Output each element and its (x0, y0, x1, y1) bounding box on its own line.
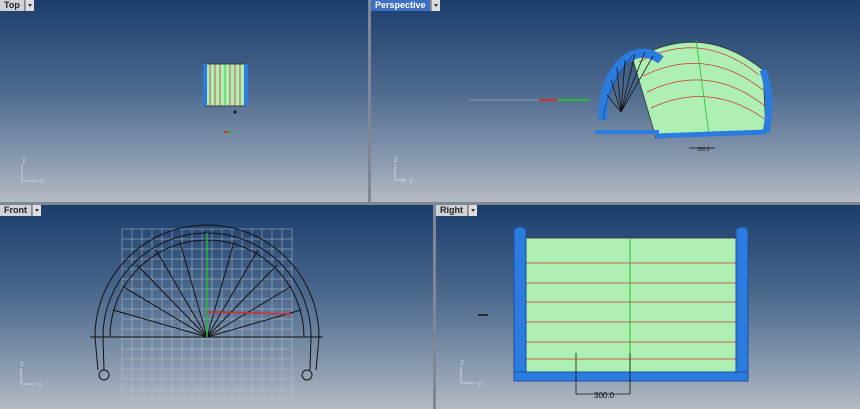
axis-label-y: y (478, 379, 482, 388)
top-view-scene: y x (21, 63, 248, 185)
perspective-view-scene: 300.0 z x y (394, 39, 773, 185)
front-viewport-tab[interactable]: Front (0, 205, 41, 216)
dimension-label: 300.0 (697, 147, 710, 153)
axis-label-z: z (20, 359, 24, 368)
top-viewport[interactable]: Top y x (0, 0, 368, 202)
top-viewport-tab[interactable]: Top (0, 0, 34, 11)
right-viewport[interactable]: Right 300.0 z y (436, 205, 860, 409)
viewport-menu-arrow-icon[interactable] (468, 205, 477, 216)
perspective-viewport[interactable]: Perspective 300.0 z x y (371, 0, 860, 202)
point-marker (233, 110, 237, 114)
right-view-scene: 300.0 z y (460, 226, 749, 400)
viewport-title[interactable]: Perspective (371, 0, 431, 11)
axis-label-y: y (409, 176, 413, 185)
axis-indicator-icon (21, 165, 38, 182)
viewport-title[interactable]: Top (0, 0, 25, 11)
axis-indicator-icon (20, 368, 36, 385)
front-viewport[interactable]: Front z x (0, 205, 433, 409)
axis-label-x: x (38, 380, 42, 389)
right-viewport-tab[interactable]: Right (436, 205, 477, 216)
axis-indicator-icon (460, 367, 476, 384)
axis-label-z: z (460, 358, 464, 367)
viewport-menu-arrow-icon[interactable] (24, 0, 34, 11)
viewport-menu-arrow-icon[interactable] (32, 205, 41, 216)
dimension-label: 300.0 (594, 391, 615, 400)
viewport-title[interactable]: Right (436, 205, 468, 216)
axis-label-x: x (40, 176, 44, 185)
perspective-viewport-tab[interactable]: Perspective (371, 0, 440, 11)
viewport-title[interactable]: Front (0, 205, 32, 216)
x-axis-line (206, 311, 293, 315)
axis-label-x: x (401, 176, 405, 185)
viewport-menu-arrow-icon[interactable] (430, 0, 440, 11)
front-view-scene: z x (20, 224, 323, 400)
cylinder-side-body (513, 226, 749, 395)
axis-label-y: y (22, 155, 26, 164)
cylinder-top-projection (203, 63, 248, 107)
axis-label-z: z (394, 155, 398, 164)
cylinder-perspective-body: 300.0 (595, 39, 773, 153)
